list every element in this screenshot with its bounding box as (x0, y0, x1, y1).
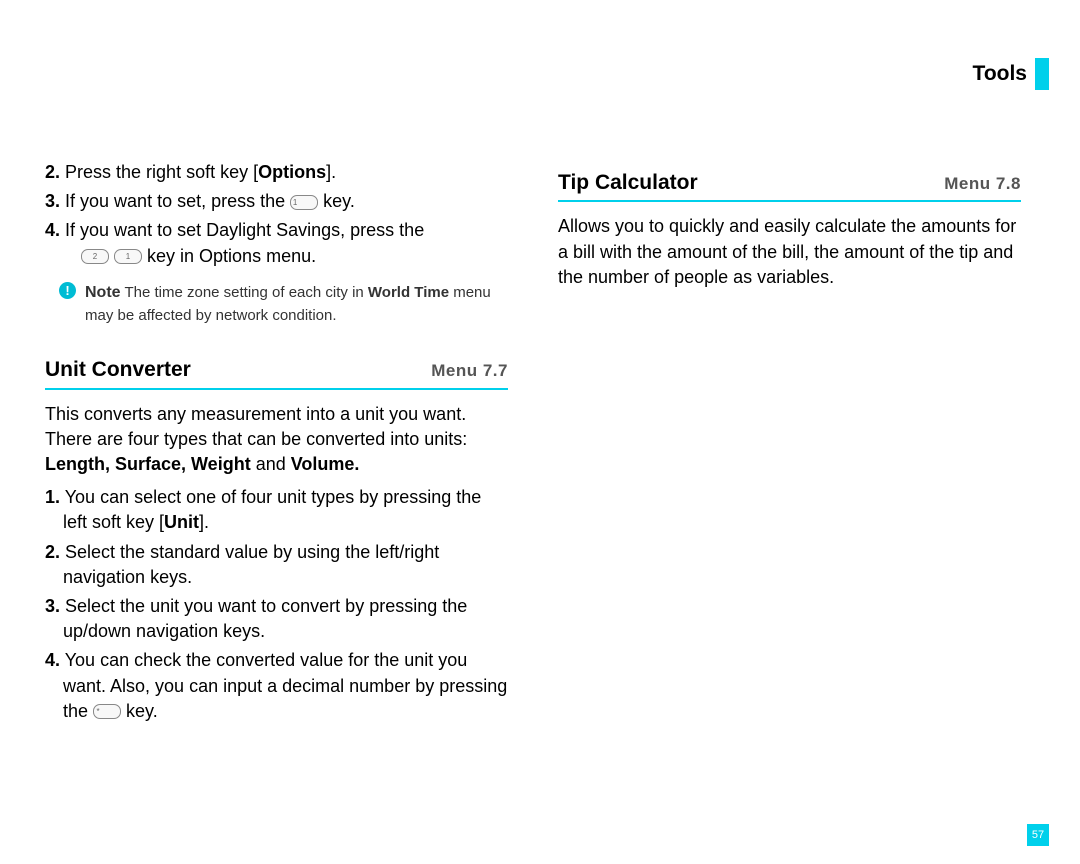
step-text: If you want to set Daylight Savings, pre… (60, 220, 424, 240)
step-4: 4. If you want to set Daylight Savings, … (45, 218, 508, 268)
step-text: You can select one of four unit types by… (60, 487, 481, 532)
unit-step-1: 1. You can select one of four unit types… (45, 485, 508, 535)
options-label: Options (258, 162, 326, 182)
step-number: 1. (45, 487, 60, 507)
unit-label: Unit (164, 512, 199, 532)
body-bold: Length, Surface, Weight (45, 454, 251, 474)
body-bold: Volume. (291, 454, 360, 474)
right-column: Tip Calculator Menu 7.8 Allows you to qu… (558, 168, 1021, 298)
step-number: 2. (45, 542, 60, 562)
note-block: ! Note The time zone setting of each cit… (45, 281, 508, 328)
section-menu: Menu 7.7 (431, 359, 508, 383)
key-icon: 2 (81, 249, 109, 264)
step-text: Select the unit you want to convert by p… (60, 596, 467, 641)
body-text: and (251, 454, 291, 474)
step-text: If you want to set, press the (60, 191, 290, 211)
note-text: The time zone setting of each city in (121, 284, 368, 301)
step-text: ]. (326, 162, 336, 182)
step-text: ]. (199, 512, 209, 532)
page-header: Tools (973, 58, 1049, 90)
key-icon: 1 (290, 195, 318, 210)
unit-converter-heading: Unit Converter Menu 7.7 (45, 355, 508, 389)
step-2: 2. Press the right soft key [Options]. (45, 160, 508, 185)
tip-calculator-body: Allows you to quickly and easily calcula… (558, 214, 1021, 290)
unit-step-3: 3. Select the unit you want to convert b… (45, 594, 508, 644)
note-icon: ! (59, 282, 76, 299)
step-number: 3. (45, 191, 60, 211)
step-text: Press the right soft key [ (60, 162, 258, 182)
note-label: Note (85, 284, 121, 301)
key-icon: * (93, 704, 121, 719)
step-text: Select the standard value by using the l… (60, 542, 439, 587)
step-text: key. (318, 191, 355, 211)
unit-converter-body: This converts any measurement into a uni… (45, 402, 508, 478)
section-title: Unit Converter (45, 355, 191, 384)
body-text: This converts any measurement into a uni… (45, 404, 467, 449)
left-column: 2. Press the right soft key [Options]. 3… (45, 160, 508, 728)
unit-step-4: 4. You can check the converted value for… (45, 648, 508, 724)
header-accent-bar (1035, 58, 1049, 90)
section-menu: Menu 7.8 (944, 172, 1021, 196)
step-number: 4. (45, 220, 60, 240)
step-3: 3. If you want to set, press the 1 key. (45, 189, 508, 214)
header-title: Tools (973, 62, 1027, 86)
section-title: Tip Calculator (558, 168, 698, 197)
step-number: 4. (45, 650, 60, 670)
step-number: 2. (45, 162, 60, 182)
step-text: key. (121, 701, 158, 721)
note-bold: World Time (368, 284, 449, 301)
key-icon: 1 (114, 249, 142, 264)
step-number: 3. (45, 596, 60, 616)
unit-step-2: 2. Select the standard value by using th… (45, 540, 508, 590)
step-text: key in Options menu. (142, 246, 316, 266)
page-number: 57 (1027, 824, 1049, 846)
tip-calculator-heading: Tip Calculator Menu 7.8 (558, 168, 1021, 202)
